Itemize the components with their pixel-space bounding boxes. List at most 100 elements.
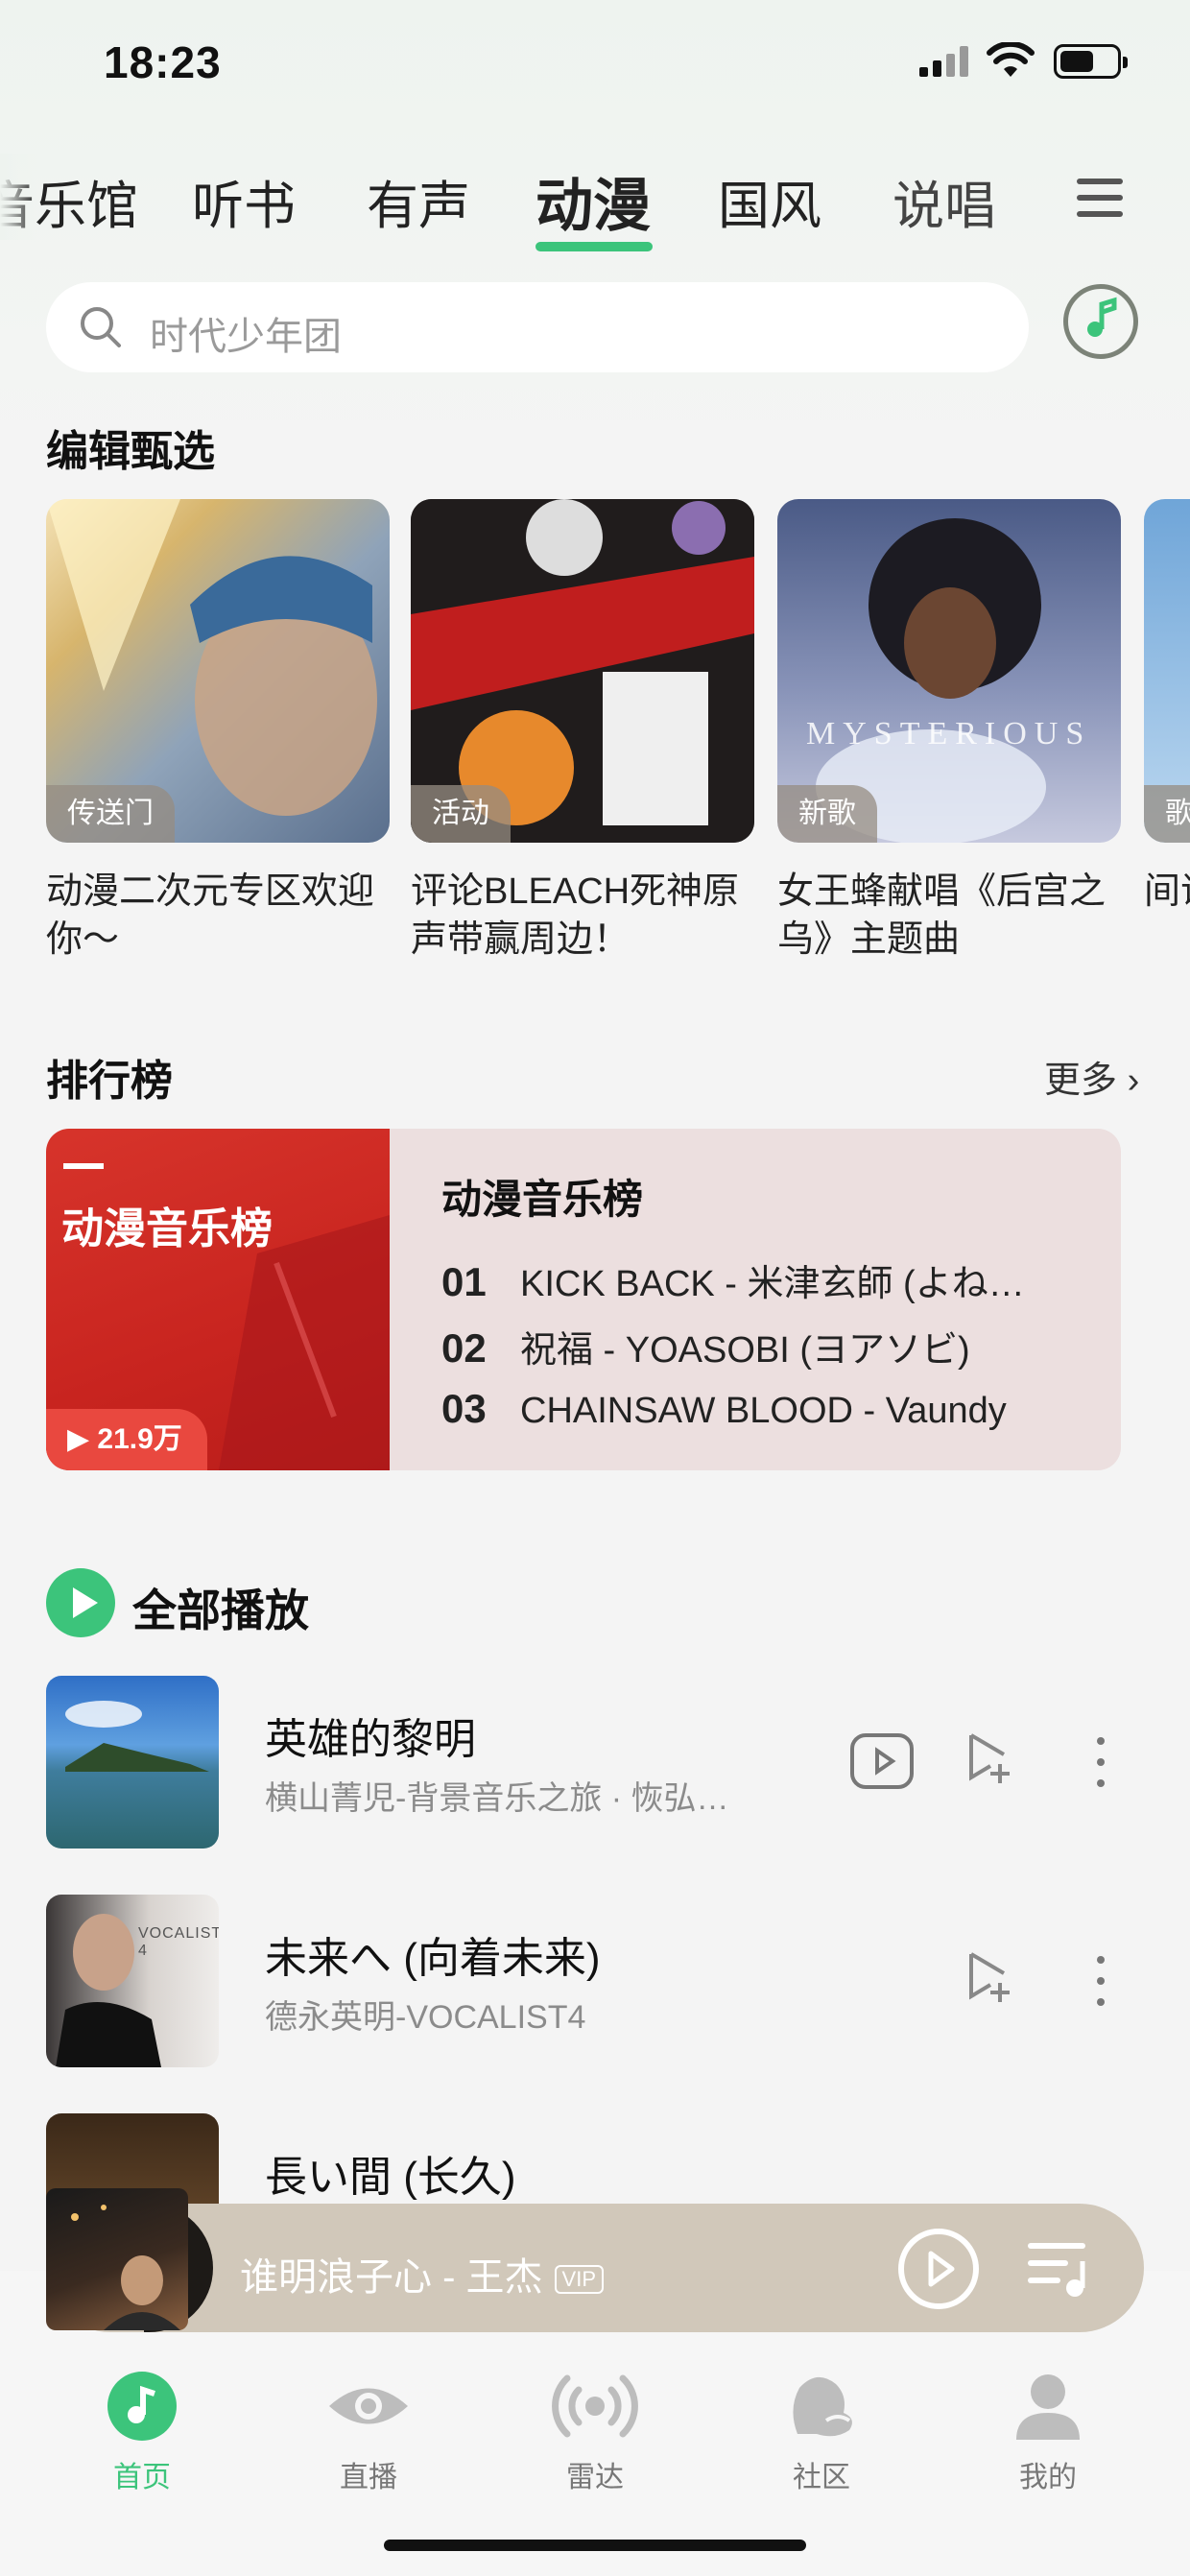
pick-cover-image: 传送门 [46, 499, 390, 843]
pick-caption: 女王蜂献唱《后宫之乌》主题曲 [777, 871, 1107, 960]
editor-pick-card[interactable]: 活动 评论BLEACH死神原声带赢周边！ [411, 499, 754, 964]
play-count: 21.9万 [97, 1423, 182, 1455]
chart-rank: 02 [441, 1325, 487, 1371]
rankings-title: 排行榜 [46, 1058, 173, 1105]
chart-row[interactable]: 03 CHAINSAW BLOOD - Vaundy [441, 1386, 1007, 1432]
play-icon: ▶ [67, 1423, 98, 1455]
cover-text: MYSTERIOUS [806, 716, 1092, 751]
chart-song: CHAINSAW BLOOD - Vaundy [520, 1391, 1007, 1431]
tab-audio[interactable]: 有声 [367, 163, 470, 239]
song-cover: VOCALIST 4 [46, 1895, 219, 2067]
music-note-icon [107, 2372, 177, 2441]
menu-icon[interactable] [1077, 179, 1123, 217]
chart-song: KICK BACK - 米津玄師 (よね… [520, 1264, 1025, 1304]
song-subtitle: 德永英明-VOCALIST4 [265, 1999, 586, 2036]
chevron-right-icon: › [1117, 1061, 1140, 1101]
category-tabs: 音乐馆 听书 有声 动漫 国风 说唱 [0, 163, 1190, 238]
battery-icon [1054, 44, 1128, 79]
chart-rank: 03 [441, 1386, 487, 1431]
pick-caption: 间谍OP [1144, 871, 1190, 912]
song-title: 長い間 (长久) [265, 2154, 516, 2201]
more-options-icon[interactable] [1097, 1737, 1105, 1801]
cover-text: VOCALIST 4 [138, 1925, 219, 1959]
player-cover[interactable] [46, 2188, 188, 2330]
pick-caption: 评论BLEACH死神原声带赢周边！ [411, 871, 740, 960]
song-title: 英雄的黎明 [265, 1716, 476, 1763]
editor-pick-card[interactable]: MYSTERIOUS 新歌 女王蜂献唱《后宫之乌》主题曲 [777, 499, 1121, 964]
add-to-playlist-icon[interactable] [965, 1950, 1015, 2004]
chart-song: 祝福 - YOASOBI (ヨアソビ) [520, 1330, 970, 1371]
artist-portrait [56, 1914, 161, 2067]
music-recognition-button[interactable] [1063, 284, 1138, 359]
song-row[interactable]: 英雄的黎明 横山菁児-背景音乐之旅 · 恢弘… [0, 1676, 1190, 1849]
community-icon [793, 2376, 852, 2437]
tab-fade [0, 154, 38, 240]
artist-photo [71, 2205, 180, 2330]
eye-icon [329, 2388, 408, 2424]
more-options-icon[interactable] [1097, 1956, 1105, 2019]
pick-cover-image: 活动 [411, 499, 754, 843]
tab-rap[interactable]: 说唱 [892, 163, 996, 239]
play-all-icon[interactable] [46, 1568, 115, 1637]
play-button[interactable] [898, 2229, 979, 2309]
pick-tag: 歌 [1144, 785, 1190, 843]
song-title: 未来へ (向着未来) [265, 1935, 601, 1982]
tab-audiobooks[interactable]: 听书 [192, 163, 296, 239]
now-playing[interactable]: 谁明浪子心 - 王杰 VIP [240, 2246, 605, 2302]
island-artwork [65, 1701, 209, 1772]
chart-row[interactable]: 01 KICK BACK - 米津玄師 (よね… [441, 1253, 1025, 1306]
search-placeholder: 时代少年团 [150, 316, 342, 358]
pick-caption: 动漫二次元专区欢迎你～ [46, 871, 375, 960]
song-row[interactable]: VOCALIST 4 未来へ (向着未来) 德永英明-VOCALIST4 [0, 1895, 1190, 2067]
home-indicator [384, 2540, 806, 2551]
nav-label-profile: 我的 [1019, 2462, 1077, 2493]
pick-tag: 新歌 [777, 785, 877, 843]
nav-label-live: 直播 [340, 2462, 397, 2493]
search-icon [81, 307, 121, 347]
tab-anime[interactable]: 动漫 [536, 159, 651, 243]
pick-tag: 活动 [411, 785, 511, 843]
more-label: 更多 [1044, 1061, 1118, 1101]
cellular-signal-icon [919, 46, 968, 77]
pick-cover-image: 歌 [1144, 499, 1190, 843]
pick-tag: 传送门 [46, 785, 175, 843]
nav-label-community: 社区 [793, 2462, 850, 2493]
editor-pick-card[interactable]: 歌 间谍OP [1144, 499, 1190, 916]
chart-card[interactable]: 动漫音乐榜 ▶ 21.9万 动漫音乐榜 01 KICK BACK - 米津玄師 (… [46, 1129, 1121, 1470]
radar-icon [552, 2374, 638, 2438]
chart-name: 动漫音乐榜 [441, 1177, 644, 1222]
editor-picks-title: 编辑甄选 [46, 428, 215, 475]
nav-live[interactable] [301, 2371, 436, 2446]
more-link[interactable]: 更多 › [1044, 1050, 1139, 1103]
song-cover [46, 1676, 219, 1849]
song-subtitle: 横山菁児-背景音乐之旅 · 恢弘… [265, 1780, 729, 1817]
nav-radar[interactable] [528, 2371, 662, 2446]
music-note-icon [1087, 297, 1117, 337]
tab-guofeng[interactable]: 国风 [718, 163, 821, 239]
search-bar[interactable]: 时代少年团 [46, 282, 1029, 372]
active-tab-indicator [536, 242, 653, 251]
add-to-playlist-icon[interactable] [965, 1731, 1015, 1785]
nav-home[interactable] [75, 2371, 209, 2446]
nav-profile[interactable] [981, 2371, 1115, 2446]
wifi-icon [987, 42, 1035, 77]
nav-label-home: 首页 [113, 2462, 171, 2493]
chart-play-count[interactable]: ▶ 21.9万 [46, 1409, 207, 1470]
play-all-label[interactable]: 全部播放 [132, 1576, 309, 1639]
pick-cover-image: MYSTERIOUS 新歌 [777, 499, 1121, 843]
chart-cover-title: 动漫音乐榜 [61, 1205, 273, 1252]
status-time: 18:23 [104, 37, 222, 87]
play-icon [928, 2251, 955, 2287]
editor-pick-card[interactable]: 传送门 动漫二次元专区欢迎你～ [46, 499, 390, 964]
person-icon [1016, 2374, 1080, 2440]
chart-row[interactable]: 02 祝福 - YOASOBI (ヨアソビ) [441, 1320, 970, 1372]
chart-rank: 01 [441, 1259, 487, 1304]
now-playing-title: 谁明浪子心 - 王杰 [240, 2256, 543, 2299]
playlist-icon[interactable] [1027, 2238, 1094, 2302]
cover-divider [63, 1163, 104, 1169]
play-triangle-icon [73, 1587, 98, 1618]
music-video-icon[interactable] [850, 1733, 914, 1789]
nav-community[interactable] [754, 2371, 889, 2446]
chart-cover: 动漫音乐榜 ▶ 21.9万 [46, 1129, 390, 1470]
vip-badge: VIP [554, 2265, 605, 2295]
